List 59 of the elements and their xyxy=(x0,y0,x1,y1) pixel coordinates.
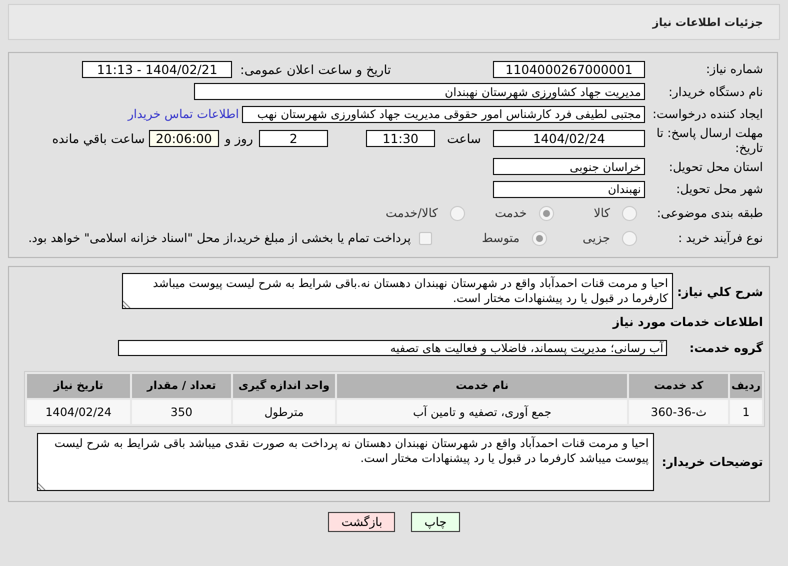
column-header: واحد اندازه گیری xyxy=(232,374,336,398)
checkbox[interactable] xyxy=(418,232,432,244)
field-label: شماره نیاز: xyxy=(705,62,763,76)
field-label: نوع فرآیند خرید : xyxy=(677,231,763,245)
radio-button[interactable] xyxy=(532,230,547,246)
section-heading: اطلاعات خدمات مورد نیاز xyxy=(612,314,763,328)
city-field: نهبندان xyxy=(493,180,645,198)
option-label: کالا xyxy=(594,206,610,220)
field-label: ساعت باقي مانده xyxy=(52,131,145,146)
field-label: تاریخ و ساعت اعلان عمومی: xyxy=(240,62,391,77)
column-header: تاریخ نیاز xyxy=(27,374,130,398)
page-title: جزئیات اطلاعات نیاز xyxy=(652,16,763,28)
deadline-time-field: 11:30 xyxy=(366,130,435,148)
field-label: ایجاد کننده درخواست: xyxy=(651,107,763,122)
table-cell: ث-36-360 xyxy=(629,400,728,424)
radio-button[interactable] xyxy=(622,206,637,220)
field-label: شرح کلي نیاز: xyxy=(677,284,763,298)
resize-grip-icon[interactable] xyxy=(123,300,132,308)
back-button[interactable]: بازگشت xyxy=(328,512,396,532)
table-cell: مترطول xyxy=(232,400,336,424)
table-cell: 1 xyxy=(730,400,762,424)
table-cell: 1404/02/24 xyxy=(27,400,130,424)
column-header: تعداد / مقدار xyxy=(132,374,231,398)
option-label: کالا/خدمت xyxy=(386,206,438,220)
column-header: کد خدمت xyxy=(629,374,728,398)
buyer-notes-field[interactable]: احیا و مرمت قنات احمدآباد واقع در شهرستان نهبندان دهستان نه پرداخت به صورت نقدی میباشد باقی شرایط به شرح لیست پیوست میباشد کارفرما در قبول یا رد پیشنهادات مختار است. xyxy=(36,432,654,490)
description-field[interactable]: احیا و مرمت قنات احمدآباد واقع در شهرستان نهبندان دهستان نه.باقی شرایط به شرح لیست پیوست میباشد کارفرما در قبول یا رد پیشنهادات مختار است. xyxy=(122,272,674,308)
field-label: روز و xyxy=(224,131,253,146)
table-cell: جمع آوری، تصفیه و تامین آب xyxy=(337,400,628,424)
need-number-field: 1104000267000001 xyxy=(493,60,645,78)
print-button[interactable]: چاپ xyxy=(411,512,460,532)
field-label: نام دستگاه خریدار: xyxy=(668,84,763,99)
service-group-field: آب رسانی؛ مدیریت پسماند، فاضلاب و فعالیت های تصفیه xyxy=(118,340,668,356)
option-label: خدمت xyxy=(494,206,527,220)
treasury-note: پرداخت تمام یا بخشی از مبلغ خرید،از محل "اسناد خزانه اسلامی" خواهد بود. xyxy=(28,231,411,245)
field-label: طبقه بندی موضوعی: xyxy=(656,206,763,220)
province-field: خراسان جنوبی xyxy=(493,158,645,176)
column-header: نام خدمت xyxy=(337,374,628,398)
field-label: مهلت ارسال پاسخ: تا تاریخ: xyxy=(655,126,763,156)
contact-link[interactable]: اطلاعات تماس خریدار xyxy=(128,107,239,122)
field-label: گروه خدمت: xyxy=(689,340,763,354)
field-label: توضیحات خریدار: xyxy=(662,454,763,468)
radio-button[interactable] xyxy=(622,230,637,246)
field-label: استان محل تحویل: xyxy=(668,160,763,174)
announce-date-field: 1404/02/21 - 11:13 xyxy=(82,60,232,78)
deadline-date-field: 1404/02/24 xyxy=(493,130,645,148)
column-header: ردیف xyxy=(730,374,762,398)
field-label: شهر محل تحویل: xyxy=(675,182,763,196)
buyer-name-field: مدیریت جهاد کشاورزی شهرستان نهبندان xyxy=(194,83,645,100)
requester-field: مجتبی لطیفی فرد کارشناس امور حقوقی مدیریت جهاد کشاورزی شهرستان نهب xyxy=(242,106,645,123)
radio-button[interactable] xyxy=(538,206,554,220)
radio-button[interactable] xyxy=(450,206,465,220)
resize-grip-icon[interactable] xyxy=(38,482,46,490)
table-cell: 350 xyxy=(132,400,231,424)
days-field: 2 xyxy=(258,130,328,148)
field-label: ساعت xyxy=(446,131,481,146)
remaining-time-field: 20:06:00 xyxy=(148,130,219,148)
option-label: جزیی xyxy=(582,231,610,245)
option-label: متوسط xyxy=(482,231,520,245)
